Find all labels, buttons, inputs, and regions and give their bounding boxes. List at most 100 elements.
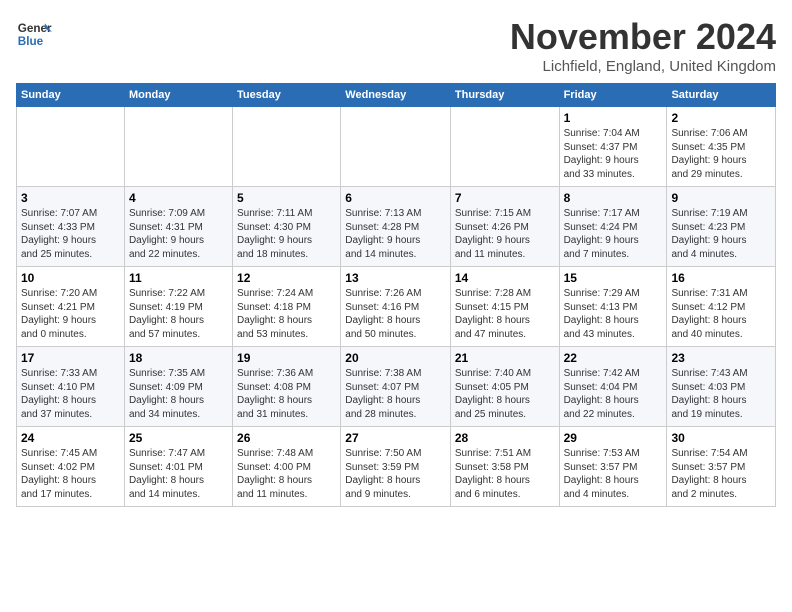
calendar-cell: 12 Sunrise: 7:24 AM Sunset: 4:18 PM Dayli… [233, 267, 341, 347]
day-info: Sunrise: 7:04 AM Sunset: 4:37 PM Dayligh… [564, 127, 663, 181]
calendar-cell: 17Sunrise: 7:33 AM Sunset: 4:10 PM Dayli… [17, 347, 125, 427]
calendar-cell: 25 Sunrise: 7:47 AM Sunset: 4:01 PM Dayli… [124, 427, 232, 507]
day-info: Sunrise: 7:22 AM Sunset: 4:19 PM Dayligh… [129, 287, 228, 341]
day-info: Sunrise: 7:26 AM Sunset: 4:16 PM Dayligh… [345, 287, 446, 341]
calendar-cell: 29 Sunrise: 7:53 AM Sunset: 3:57 PM Dayli… [559, 427, 667, 507]
weekday-header: Saturday [667, 84, 776, 107]
day-info: Sunrise: 7:13 AM Sunset: 4:28 PM Dayligh… [345, 207, 446, 261]
calendar-cell: 23 Sunrise: 7:43 AM Sunset: 4:03 PM Dayli… [667, 347, 776, 427]
page-header: General Blue November 2024 Lichfield, En… [16, 16, 776, 75]
day-info: Sunrise: 7:06 AM Sunset: 4:35 PM Dayligh… [671, 127, 771, 181]
day-info: Sunrise: 7:31 AM Sunset: 4:12 PM Dayligh… [671, 287, 771, 341]
day-info: Sunrise: 7:36 AM Sunset: 4:08 PM Dayligh… [237, 367, 336, 421]
day-number: 8 [564, 191, 663, 205]
weekday-header-row: SundayMondayTuesdayWednesdayThursdayFrid… [17, 84, 776, 107]
day-number: 15 [564, 271, 663, 285]
day-info: Sunrise: 7:53 AM Sunset: 3:57 PM Dayligh… [564, 447, 663, 501]
day-info: Sunrise: 7:07 AM Sunset: 4:33 PM Dayligh… [21, 207, 120, 261]
day-number: 28 [455, 431, 555, 445]
day-number: 25 [129, 431, 228, 445]
calendar-cell: 1 Sunrise: 7:04 AM Sunset: 4:37 PM Daylig… [559, 107, 667, 187]
day-number: 27 [345, 431, 446, 445]
calendar-cell: 18 Sunrise: 7:35 AM Sunset: 4:09 PM Dayli… [124, 347, 232, 427]
day-number: 16 [671, 271, 771, 285]
day-number: 24 [21, 431, 120, 445]
calendar-cell: 27 Sunrise: 7:50 AM Sunset: 3:59 PM Dayli… [341, 427, 451, 507]
day-info: Sunrise: 7:38 AM Sunset: 4:07 PM Dayligh… [345, 367, 446, 421]
day-number: 3 [21, 191, 120, 205]
weekday-header: Wednesday [341, 84, 451, 107]
calendar-cell: 20 Sunrise: 7:38 AM Sunset: 4:07 PM Dayli… [341, 347, 451, 427]
day-info: Sunrise: 7:11 AM Sunset: 4:30 PM Dayligh… [237, 207, 336, 261]
calendar-cell: 28 Sunrise: 7:51 AM Sunset: 3:58 PM Dayli… [450, 427, 559, 507]
calendar-cell: 15 Sunrise: 7:29 AM Sunset: 4:13 PM Dayli… [559, 267, 667, 347]
day-info: Sunrise: 7:40 AM Sunset: 4:05 PM Dayligh… [455, 367, 555, 421]
day-info: Sunrise: 7:42 AM Sunset: 4:04 PM Dayligh… [564, 367, 663, 421]
day-number: 30 [671, 431, 771, 445]
day-number: 26 [237, 431, 336, 445]
calendar-cell: 7 Sunrise: 7:15 AM Sunset: 4:26 PM Daylig… [450, 187, 559, 267]
calendar-cell: 22 Sunrise: 7:42 AM Sunset: 4:04 PM Dayli… [559, 347, 667, 427]
day-number: 13 [345, 271, 446, 285]
day-info: Sunrise: 7:35 AM Sunset: 4:09 PM Dayligh… [129, 367, 228, 421]
calendar-cell: 24Sunrise: 7:45 AM Sunset: 4:02 PM Dayli… [17, 427, 125, 507]
weekday-header: Friday [559, 84, 667, 107]
day-number: 22 [564, 351, 663, 365]
calendar-cell: 21 Sunrise: 7:40 AM Sunset: 4:05 PM Dayli… [450, 347, 559, 427]
calendar-cell: 8Sunrise: 7:17 AM Sunset: 4:24 PM Daylig… [559, 187, 667, 267]
calendar-cell: 3 Sunrise: 7:07 AM Sunset: 4:33 PM Daylig… [17, 187, 125, 267]
calendar-cell [17, 107, 125, 187]
day-number: 29 [564, 431, 663, 445]
day-number: 10 [21, 271, 120, 285]
location-title: Lichfield, England, United Kingdom [510, 58, 776, 75]
calendar-cell: 16 Sunrise: 7:31 AM Sunset: 4:12 PM Dayli… [667, 267, 776, 347]
calendar-cell: 9 Sunrise: 7:19 AM Sunset: 4:23 PM Daylig… [667, 187, 776, 267]
calendar-week-row: 10 Sunrise: 7:20 AM Sunset: 4:21 PM Dayli… [17, 267, 776, 347]
calendar-cell [450, 107, 559, 187]
day-info: Sunrise: 7:47 AM Sunset: 4:01 PM Dayligh… [129, 447, 228, 501]
day-number: 7 [455, 191, 555, 205]
day-info: Sunrise: 7:51 AM Sunset: 3:58 PM Dayligh… [455, 447, 555, 501]
day-info: Sunrise: 7:19 AM Sunset: 4:23 PM Dayligh… [671, 207, 771, 261]
calendar-week-row: 17Sunrise: 7:33 AM Sunset: 4:10 PM Dayli… [17, 347, 776, 427]
day-number: 9 [671, 191, 771, 205]
day-info: Sunrise: 7:24 AM Sunset: 4:18 PM Dayligh… [237, 287, 336, 341]
day-number: 14 [455, 271, 555, 285]
day-number: 2 [671, 111, 771, 125]
day-info: Sunrise: 7:28 AM Sunset: 4:15 PM Dayligh… [455, 287, 555, 341]
calendar-cell: 11Sunrise: 7:22 AM Sunset: 4:19 PM Dayli… [124, 267, 232, 347]
day-info: Sunrise: 7:20 AM Sunset: 4:21 PM Dayligh… [21, 287, 120, 341]
calendar-cell [341, 107, 451, 187]
day-number: 18 [129, 351, 228, 365]
calendar-table: SundayMondayTuesdayWednesdayThursdayFrid… [16, 83, 776, 507]
calendar-cell [233, 107, 341, 187]
calendar-cell: 13 Sunrise: 7:26 AM Sunset: 4:16 PM Dayli… [341, 267, 451, 347]
calendar-cell: 30 Sunrise: 7:54 AM Sunset: 3:57 PM Dayli… [667, 427, 776, 507]
calendar-cell: 26Sunrise: 7:48 AM Sunset: 4:00 PM Dayli… [233, 427, 341, 507]
day-info: Sunrise: 7:54 AM Sunset: 3:57 PM Dayligh… [671, 447, 771, 501]
logo: General Blue [16, 16, 52, 52]
day-number: 6 [345, 191, 446, 205]
day-info: Sunrise: 7:15 AM Sunset: 4:26 PM Dayligh… [455, 207, 555, 261]
month-title: November 2024 [510, 16, 776, 58]
calendar-week-row: 24Sunrise: 7:45 AM Sunset: 4:02 PM Dayli… [17, 427, 776, 507]
calendar-week-row: 1 Sunrise: 7:04 AM Sunset: 4:37 PM Daylig… [17, 107, 776, 187]
day-info: Sunrise: 7:50 AM Sunset: 3:59 PM Dayligh… [345, 447, 446, 501]
calendar-cell: 6 Sunrise: 7:13 AM Sunset: 4:28 PM Daylig… [341, 187, 451, 267]
day-number: 17 [21, 351, 120, 365]
calendar-cell: 19 Sunrise: 7:36 AM Sunset: 4:08 PM Dayli… [233, 347, 341, 427]
day-number: 23 [671, 351, 771, 365]
day-number: 4 [129, 191, 228, 205]
day-number: 19 [237, 351, 336, 365]
calendar-cell: 2 Sunrise: 7:06 AM Sunset: 4:35 PM Daylig… [667, 107, 776, 187]
day-number: 12 [237, 271, 336, 285]
calendar-cell [124, 107, 232, 187]
weekday-header: Sunday [17, 84, 125, 107]
logo-icon: General Blue [16, 16, 52, 52]
day-number: 20 [345, 351, 446, 365]
day-number: 21 [455, 351, 555, 365]
day-info: Sunrise: 7:43 AM Sunset: 4:03 PM Dayligh… [671, 367, 771, 421]
calendar-cell: 5Sunrise: 7:11 AM Sunset: 4:30 PM Daylig… [233, 187, 341, 267]
day-number: 1 [564, 111, 663, 125]
day-info: Sunrise: 7:29 AM Sunset: 4:13 PM Dayligh… [564, 287, 663, 341]
